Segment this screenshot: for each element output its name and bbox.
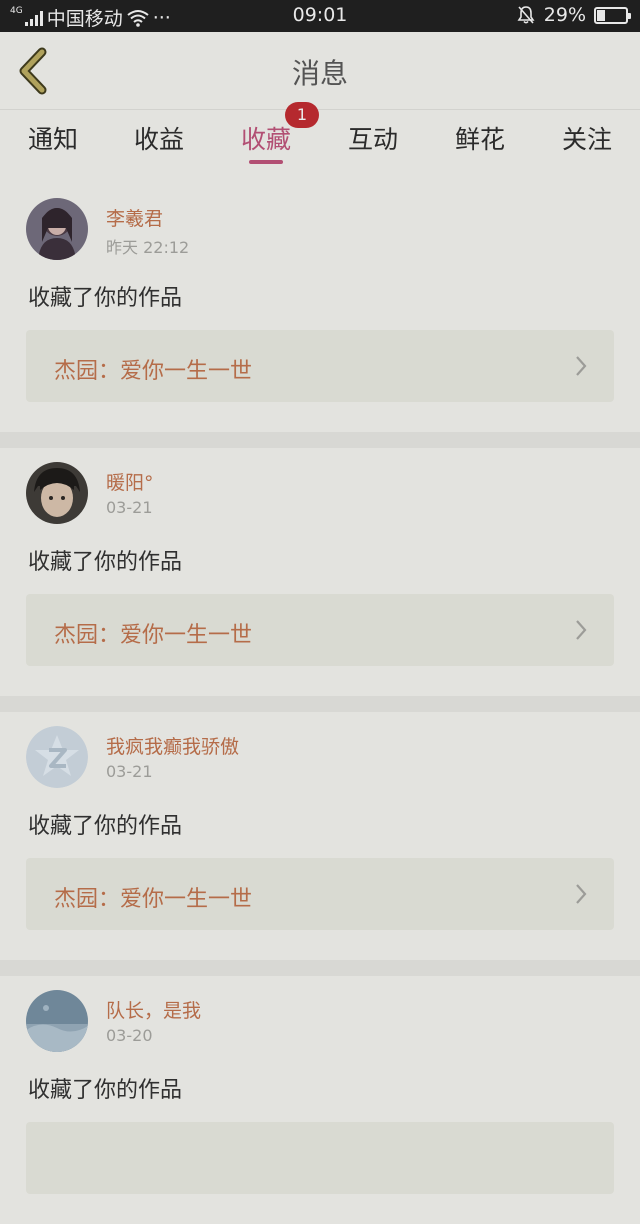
work-title: 杰园：爱你一生一世	[54, 887, 253, 912]
action-text: 收藏了你的作品	[28, 814, 183, 839]
user-name[interactable]: 我疯我癫我骄傲	[106, 732, 239, 759]
work-link[interactable]: 杰园：爱你一生一世	[26, 594, 614, 666]
battery-percent: 29%	[543, 4, 586, 26]
tab-bar: 通知 收益 收藏 互动 鲜花 关注	[0, 110, 640, 174]
page-title: 消息	[291, 57, 348, 90]
message-card: 李羲君 昨天 22:12 收藏了你的作品 杰园：爱你一生一世	[0, 184, 640, 432]
chevron-right-icon	[576, 620, 587, 640]
avatar[interactable]	[26, 462, 88, 524]
work-link[interactable]	[26, 1122, 614, 1194]
battery-level	[597, 9, 606, 21]
work-title: 杰园：爱你一生一世	[54, 623, 253, 648]
message-time: 03-21	[106, 498, 153, 517]
unread-badge: 1	[285, 102, 319, 128]
work-link[interactable]: 杰园：爱你一生一世	[26, 858, 614, 930]
status-bar: 4G 中国移动 ··· 09:01 29%	[0, 0, 640, 32]
nav-bar: 消息	[0, 32, 640, 110]
user-name[interactable]: 李羲君	[106, 204, 163, 231]
avatar[interactable]	[26, 990, 88, 1052]
battery-icon	[594, 6, 631, 24]
action-text: 收藏了你的作品	[28, 286, 183, 311]
divider	[0, 432, 640, 448]
user-name[interactable]: 队长，是我	[106, 996, 201, 1023]
message-time: 昨天 22:12	[106, 238, 190, 257]
action-text: 收藏了你的作品	[28, 1078, 183, 1103]
message-time: 03-20	[106, 1026, 153, 1045]
tab-notifications[interactable]: 通知	[0, 120, 106, 156]
message-time: 03-21	[106, 762, 153, 781]
tab-earnings[interactable]: 收益	[106, 120, 212, 156]
tab-follows[interactable]: 关注	[534, 120, 640, 156]
divider	[0, 960, 640, 976]
avatar[interactable]	[26, 726, 88, 788]
chevron-right-icon	[576, 884, 587, 904]
divider	[0, 696, 640, 712]
user-name[interactable]: 暖阳°	[106, 468, 154, 495]
default-avatar-icon	[26, 726, 88, 788]
work-title: 杰园：爱你一生一世	[54, 359, 253, 384]
active-tab-indicator	[249, 160, 283, 164]
action-text: 收藏了你的作品	[28, 550, 183, 575]
chevron-right-icon	[576, 356, 587, 376]
message-card: 队长，是我 03-20 收藏了你的作品	[0, 976, 640, 1224]
work-link[interactable]: 杰园：爱你一生一世	[26, 330, 614, 402]
avatar[interactable]	[26, 198, 88, 260]
message-card: 暖阳° 03-21 收藏了你的作品 杰园：爱你一生一世	[0, 448, 640, 696]
tab-interactions[interactable]: 互动	[320, 120, 426, 156]
bell-muted-icon	[517, 6, 535, 24]
message-card: 我疯我癫我骄傲 03-21 收藏了你的作品 杰园：爱你一生一世	[0, 712, 640, 960]
tab-flowers[interactable]: 鲜花	[427, 120, 533, 156]
